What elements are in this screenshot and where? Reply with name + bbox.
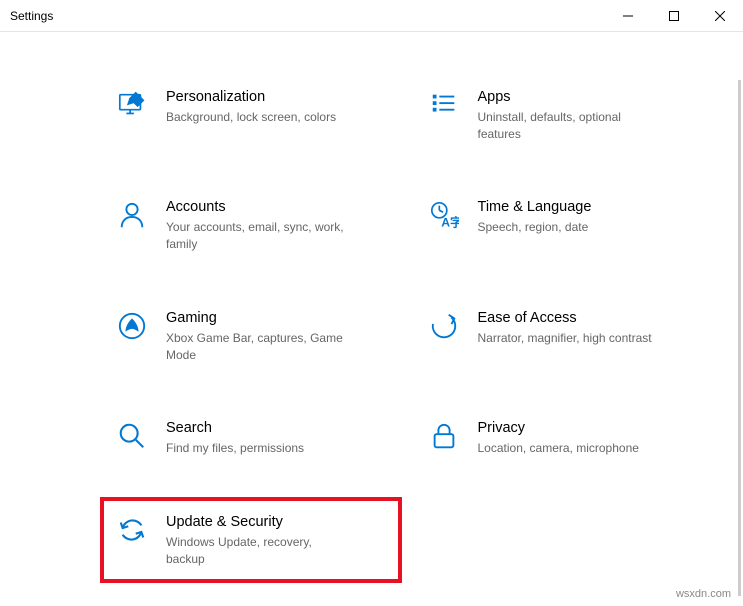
setting-desc: Xbox Game Bar, captures, Game Mode	[166, 330, 346, 364]
setting-desc: Background, lock screen, colors	[166, 109, 346, 126]
setting-time-language[interactable]: A字 Time & Language Speech, region, date	[422, 192, 704, 258]
minimize-icon	[623, 11, 633, 21]
window-title: Settings	[10, 9, 53, 23]
search-icon	[116, 421, 148, 453]
setting-desc: Narrator, magnifier, high contrast	[478, 330, 658, 347]
privacy-icon	[428, 421, 460, 453]
accounts-icon	[116, 200, 148, 232]
time-language-icon: A字	[428, 200, 460, 232]
close-button[interactable]	[697, 0, 743, 32]
svg-text:A字: A字	[441, 215, 459, 230]
setting-title: Update & Security	[166, 513, 346, 532]
settings-grid: Personalization Background, lock screen,…	[110, 82, 703, 573]
personalization-icon	[116, 90, 148, 122]
setting-accounts[interactable]: Accounts Your accounts, email, sync, wor…	[110, 192, 392, 258]
minimize-button[interactable]	[605, 0, 651, 32]
setting-title: Accounts	[166, 198, 346, 217]
setting-apps[interactable]: Apps Uninstall, defaults, optional featu…	[422, 82, 704, 148]
setting-title: Ease of Access	[478, 309, 658, 328]
titlebar: Settings	[0, 0, 743, 32]
scrollbar[interactable]	[738, 80, 741, 596]
setting-ease-of-access[interactable]: Ease of Access Narrator, magnifier, high…	[422, 303, 704, 369]
setting-gaming[interactable]: Gaming Xbox Game Bar, captures, Game Mod…	[110, 303, 392, 369]
settings-content: Personalization Background, lock screen,…	[0, 32, 743, 593]
update-security-icon	[116, 515, 148, 547]
watermark: wsxdn.com	[676, 588, 731, 600]
setting-title: Gaming	[166, 309, 346, 328]
setting-desc: Your accounts, email, sync, work, family	[166, 219, 346, 253]
setting-title: Privacy	[478, 419, 658, 438]
setting-desc: Windows Update, recovery, backup	[166, 534, 346, 568]
setting-title: Search	[166, 419, 346, 438]
gaming-icon	[116, 311, 148, 343]
setting-desc: Uninstall, defaults, optional features	[478, 109, 658, 143]
maximize-icon	[669, 11, 679, 21]
setting-update-security[interactable]: Update & Security Windows Update, recove…	[110, 507, 392, 573]
maximize-button[interactable]	[651, 0, 697, 32]
ease-of-access-icon	[428, 311, 460, 343]
setting-desc: Find my files, permissions	[166, 440, 346, 457]
setting-personalization[interactable]: Personalization Background, lock screen,…	[110, 82, 392, 148]
setting-title: Time & Language	[478, 198, 658, 217]
window-controls	[605, 0, 743, 31]
setting-desc: Speech, region, date	[478, 219, 658, 236]
setting-search[interactable]: Search Find my files, permissions	[110, 413, 392, 463]
setting-privacy[interactable]: Privacy Location, camera, microphone	[422, 413, 704, 463]
setting-title: Personalization	[166, 88, 346, 107]
apps-icon	[428, 90, 460, 122]
setting-title: Apps	[478, 88, 658, 107]
setting-desc: Location, camera, microphone	[478, 440, 658, 457]
close-icon	[715, 11, 725, 21]
